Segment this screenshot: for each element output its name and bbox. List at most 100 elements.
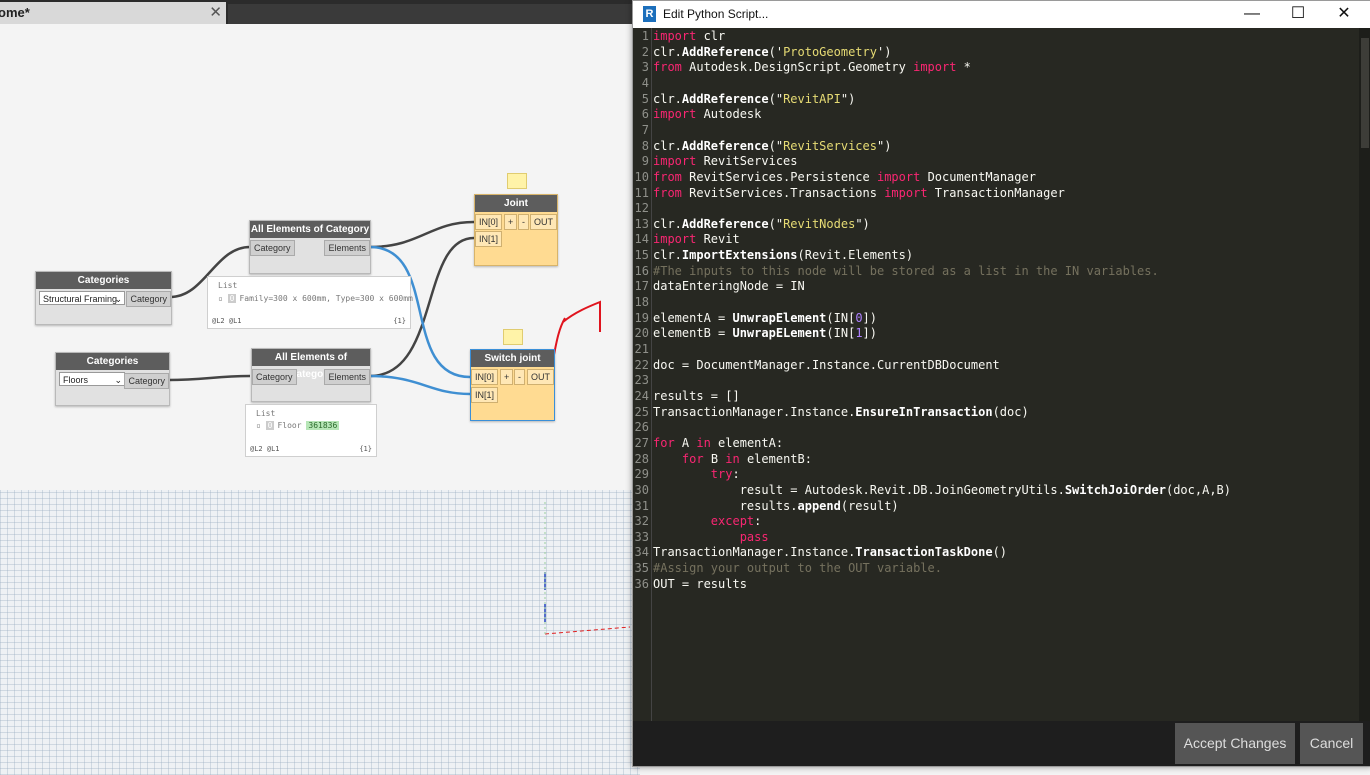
dropdown-value: Floors bbox=[63, 375, 89, 385]
line-number: 28 bbox=[634, 451, 649, 466]
code-line[interactable]: 12 bbox=[633, 201, 1353, 216]
code-line[interactable]: 15 clr.ImportExtensions(Revit.Elements) bbox=[633, 248, 1353, 263]
watch-preview-1: List ▫ 0 Family=300 x 600mm, Type=300 x 6… bbox=[207, 276, 413, 329]
code-line[interactable]: 24 results = [] bbox=[633, 389, 1353, 404]
wire-allel2-switch bbox=[369, 374, 471, 396]
category-dropdown[interactable]: Floors ⌄ bbox=[59, 372, 125, 386]
code-line[interactable]: 17 dataEnteringNode = IN bbox=[633, 279, 1353, 294]
line-number: 21 bbox=[634, 342, 649, 356]
code-line[interactable]: 5 clr.AddReference("RevitAPI") bbox=[633, 92, 1353, 107]
code-line[interactable]: 29 try: bbox=[633, 467, 1353, 482]
code-line[interactable]: 10 from RevitServices.Persistence import … bbox=[633, 170, 1353, 185]
node-joint[interactable]: Joint IN[0] + - OUT IN[1] bbox=[474, 194, 558, 266]
input-port[interactable]: Category bbox=[252, 369, 297, 385]
line-number: 15 bbox=[634, 248, 649, 263]
line-number: 11 bbox=[634, 185, 649, 200]
code-line[interactable]: 18 bbox=[633, 295, 1353, 310]
code-line[interactable]: 1 import clr bbox=[633, 29, 1353, 44]
output-port[interactable]: OUT bbox=[527, 369, 554, 385]
preview-index: 0 bbox=[227, 294, 237, 303]
python-editor-window[interactable]: R Edit Python Script... — ☐ ✕ 1 import cl… bbox=[632, 0, 1370, 767]
code-line[interactable]: 32 except: bbox=[633, 514, 1353, 529]
code-line[interactable]: 4 bbox=[633, 76, 1353, 91]
comment-icon[interactable] bbox=[507, 173, 527, 189]
node-all-elements-1[interactable]: All Elements of Category Category Elemen… bbox=[249, 220, 371, 274]
preview-header: List bbox=[218, 281, 238, 290]
scrollbar-thumb[interactable] bbox=[1361, 38, 1369, 148]
minimize-icon[interactable]: — bbox=[1229, 1, 1275, 28]
node-switch-joint[interactable]: Switch joint IN[0] + - OUT IN[1] bbox=[470, 349, 555, 421]
line-number: 22 bbox=[634, 357, 649, 372]
input-port[interactable]: Category bbox=[250, 240, 295, 256]
chevron-down-icon: ⌄ bbox=[114, 375, 122, 385]
remove-input-button[interactable]: - bbox=[514, 369, 525, 385]
preview-levels: @L2 @L1 bbox=[250, 445, 280, 453]
maximize-icon[interactable]: ☐ bbox=[1275, 1, 1321, 28]
code-text: OUT = results bbox=[653, 576, 747, 591]
code-text: try: bbox=[710, 467, 740, 482]
output-port[interactable]: OUT bbox=[530, 214, 557, 230]
line-number: 5 bbox=[641, 91, 649, 106]
output-port[interactable]: Elements bbox=[324, 369, 370, 385]
code-line[interactable]: 9 import RevitServices bbox=[633, 154, 1353, 169]
code-text: TransactionManager.Instance.TransactionT… bbox=[653, 545, 1008, 560]
node-title: All Elements of Category bbox=[252, 349, 370, 380]
category-dropdown[interactable]: Structural Framing ⌄ bbox=[39, 291, 125, 305]
code-line[interactable]: 19 elementA = UnwrapElement(IN[0]) bbox=[633, 311, 1353, 326]
code-line[interactable]: 3 from Autodesk.DesignScript.Geometry imp… bbox=[633, 60, 1353, 75]
code-line[interactable]: 34 TransactionManager.Instance.Transactio… bbox=[633, 545, 1353, 560]
output-port[interactable]: Category bbox=[124, 373, 169, 389]
output-port[interactable]: Category bbox=[126, 291, 171, 307]
code-text: import clr bbox=[653, 29, 726, 43]
node-all-elements-2[interactable]: All Elements of Category Category Elemen… bbox=[251, 348, 371, 402]
code-line[interactable]: 28 for B in elementB: bbox=[633, 452, 1353, 467]
code-line[interactable]: 30 result = Autodesk.Revit.DB.JoinGeomet… bbox=[633, 483, 1353, 498]
accept-changes-button[interactable]: Accept Changes bbox=[1175, 723, 1295, 764]
code-line[interactable]: 16 #The inputs to this node will be store… bbox=[633, 264, 1353, 279]
close-icon[interactable]: ✕ bbox=[1321, 1, 1367, 28]
code-line[interactable]: 21 bbox=[633, 342, 1353, 357]
node-title: All Elements of Category bbox=[250, 221, 370, 238]
code-line[interactable]: 31 results.append(result) bbox=[633, 499, 1353, 514]
code-line[interactable]: 27 for A in elementA: bbox=[633, 436, 1353, 451]
code-text: import RevitServices bbox=[653, 154, 798, 169]
title-bar[interactable]: R Edit Python Script... — ☐ ✕ bbox=[633, 1, 1370, 28]
add-input-button[interactable]: + bbox=[500, 369, 514, 385]
code-line[interactable]: 25 TransactionManager.Instance.EnsureInTr… bbox=[633, 405, 1353, 420]
code-line[interactable]: 13 clr.AddReference("RevitNodes") bbox=[633, 217, 1353, 232]
vertical-scrollbar[interactable] bbox=[1359, 28, 1370, 721]
output-port[interactable]: Elements bbox=[324, 240, 370, 256]
line-number: 14 bbox=[634, 232, 649, 247]
code-line[interactable]: 6 import Autodesk bbox=[633, 107, 1353, 122]
code-line[interactable]: 11 from RevitServices.Transactions import… bbox=[633, 186, 1353, 201]
input-port-1[interactable]: IN[1] bbox=[471, 387, 499, 403]
code-line[interactable]: 33 pass bbox=[633, 530, 1353, 545]
add-input-button[interactable]: + bbox=[504, 214, 518, 230]
comment-icon[interactable] bbox=[503, 329, 523, 345]
cancel-button[interactable]: Cancel bbox=[1300, 723, 1363, 764]
code-text: #Assign your output to the OUT variable. bbox=[653, 561, 942, 576]
remove-input-button[interactable]: - bbox=[518, 214, 529, 230]
node-categories-1[interactable]: Categories Structural Framing ⌄ Category bbox=[35, 271, 172, 325]
code-line[interactable]: 23 bbox=[633, 373, 1353, 388]
code-editor[interactable]: 1 import clr 2 clr.AddReference('ProtoGeome… bbox=[633, 28, 1370, 721]
code-text: clr.AddReference("RevitAPI") bbox=[653, 91, 856, 106]
element-id[interactable]: 361836 bbox=[306, 421, 340, 430]
node-categories-2[interactable]: Categories Floors ⌄ Category bbox=[55, 352, 170, 406]
code-line[interactable]: 20 elementB = UnwrapELement(IN[1]) bbox=[633, 326, 1353, 341]
code-line[interactable]: 22 doc = DocumentManager.Instance.Current… bbox=[633, 358, 1353, 373]
line-number: 12 bbox=[634, 201, 649, 216]
code-line[interactable]: 36 OUT = results bbox=[633, 577, 1353, 592]
code-line[interactable]: 35 #Assign your output to the OUT variabl… bbox=[633, 561, 1353, 576]
input-port-1[interactable]: IN[1] bbox=[475, 231, 503, 247]
code-line[interactable]: 14 import Revit bbox=[633, 232, 1353, 247]
input-port-0[interactable]: IN[0] bbox=[475, 214, 503, 230]
input-port-0[interactable]: IN[0] bbox=[471, 369, 499, 385]
watch-preview-2: List ▫ 0 Floor 361836 @L2 @L1 {1} bbox=[245, 404, 377, 457]
code-line[interactable]: 8 clr.AddReference("RevitServices") bbox=[633, 139, 1353, 154]
line-number: 16 bbox=[634, 263, 649, 278]
code-line[interactable]: 7 bbox=[633, 123, 1353, 138]
code-line[interactable]: 26 bbox=[633, 420, 1353, 435]
code-text: from RevitServices.Persistence import Do… bbox=[653, 169, 1036, 184]
code-line[interactable]: 2 clr.AddReference('ProtoGeometry') bbox=[633, 45, 1353, 60]
